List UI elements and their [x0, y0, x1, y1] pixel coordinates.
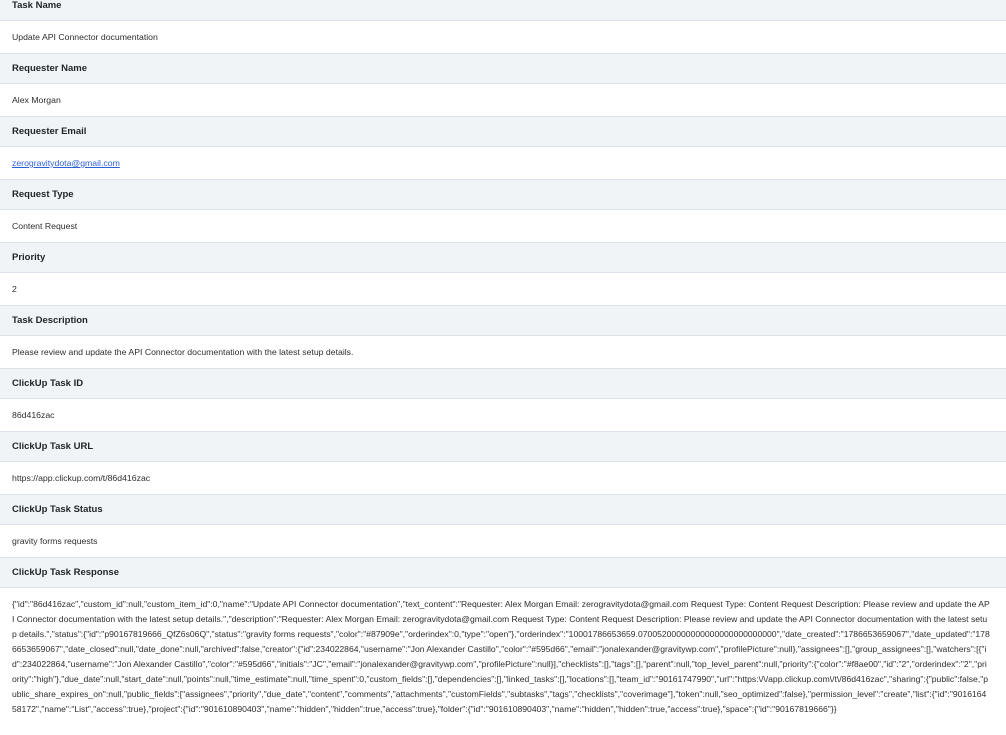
- entry-details-table: Task Name Update API Connector documenta…: [0, 0, 1006, 717]
- field-value-clickup-task-url: https://app.clickup.com/t/86d416zac: [0, 462, 1006, 494]
- field-label-clickup-task-url: ClickUp Task URL: [0, 431, 1006, 462]
- field-label-task-description: Task Description: [0, 305, 1006, 336]
- field-value-priority: 2: [0, 273, 1006, 305]
- field-value-clickup-task-status: gravity forms requests: [0, 525, 1006, 557]
- field-label-clickup-task-response: ClickUp Task Response: [0, 557, 1006, 588]
- requester-email-link[interactable]: zerogravitydota@gmail.com: [12, 158, 120, 168]
- field-value-requester-email: zerogravitydota@gmail.com: [0, 147, 1006, 179]
- field-value-task-name: Update API Connector documentation: [0, 21, 1006, 53]
- field-value-clickup-task-response: {"id":"86d416zac","custom_id":null,"cust…: [0, 588, 1006, 717]
- field-label-request-type: Request Type: [0, 179, 1006, 210]
- field-label-requester-email: Requester Email: [0, 116, 1006, 147]
- field-label-requester-name: Requester Name: [0, 53, 1006, 84]
- field-label-clickup-task-id: ClickUp Task ID: [0, 368, 1006, 399]
- field-label-task-name: Task Name: [0, 0, 1006, 21]
- field-value-requester-name: Alex Morgan: [0, 84, 1006, 116]
- field-value-request-type: Content Request: [0, 210, 1006, 242]
- field-label-priority: Priority: [0, 242, 1006, 273]
- field-value-clickup-task-id: 86d416zac: [0, 399, 1006, 431]
- field-label-clickup-task-status: ClickUp Task Status: [0, 494, 1006, 525]
- field-value-task-description: Please review and update the API Connect…: [0, 336, 1006, 368]
